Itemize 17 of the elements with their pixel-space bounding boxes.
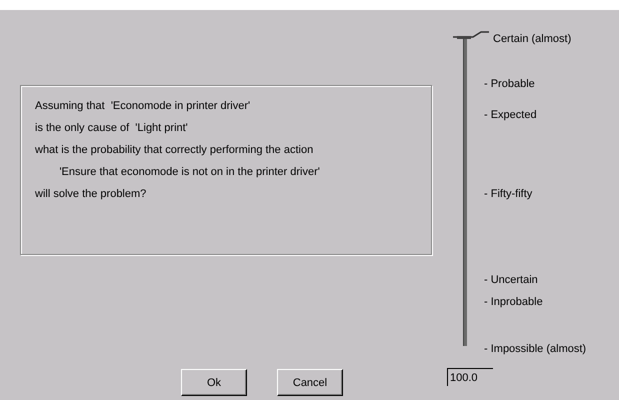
scale-label: - Expected: [484, 108, 537, 122]
slider-track[interactable]: [463, 36, 467, 346]
slider-thumb[interactable]: [453, 31, 489, 41]
scale-label: - Inprobable: [484, 295, 543, 309]
value-field[interactable]: 100.0: [447, 368, 493, 386]
scale-label: - Probable: [484, 77, 535, 91]
scale-label: - Fifty-fifty: [484, 187, 532, 201]
question-text: will solve the problem?: [35, 187, 148, 202]
scale-label: - Impossible (almost): [484, 342, 586, 356]
cancel-button[interactable]: Cancel: [277, 369, 343, 396]
question-text: Assuming that 'Economode in printer driver': [35, 99, 252, 114]
scale-label: - Uncertain: [484, 273, 538, 287]
scale-label: Certain (almost): [493, 32, 572, 46]
ok-button[interactable]: Ok: [181, 369, 247, 396]
question-text: is the only cause of 'Light print': [35, 121, 189, 136]
question-text: what is the probability that correctly performing the action: [35, 143, 314, 158]
question-text: 'Ensure that economode is not on in the printer driver': [58, 165, 321, 180]
